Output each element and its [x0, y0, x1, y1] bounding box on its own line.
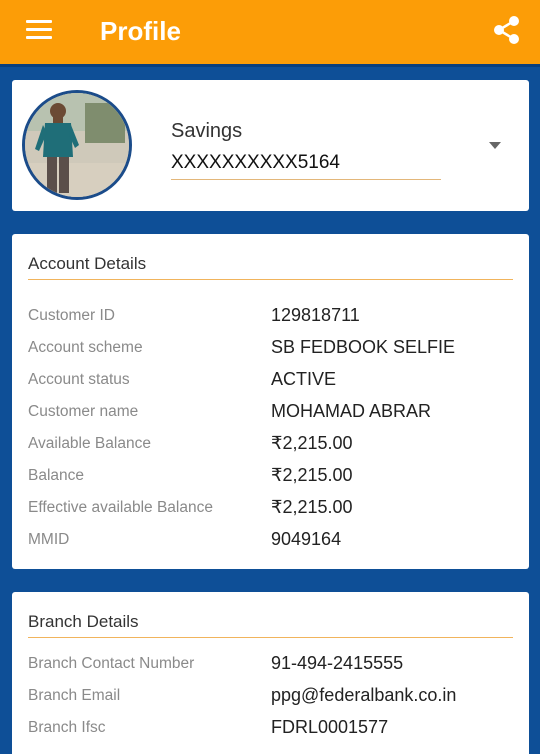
- page-title: Profile: [100, 16, 181, 46]
- detail-label: Balance: [28, 467, 85, 484]
- detail-value: 129818711: [271, 305, 360, 325]
- detail-row-branch-email: Branch Email ppg@federalbank.co.in: [28, 682, 513, 712]
- detail-row-account-scheme: Account scheme SB FEDBOOK SELFIE: [28, 334, 513, 364]
- app-bar: Profile: [0, 0, 540, 67]
- detail-row-customer-id: Customer ID 129818711: [28, 302, 513, 332]
- detail-value: MOHAMAD ABRAR: [271, 401, 432, 421]
- section-title: Branch Details: [28, 612, 139, 631]
- account-selector-card: Savings XXXXXXXXXX5164: [12, 80, 529, 211]
- detail-row-balance: Balance ₹2,215.00: [28, 462, 513, 492]
- detail-label: MMID: [28, 531, 70, 548]
- detail-value: ₹2,215.00: [271, 465, 353, 485]
- detail-label: Effective available Balance: [28, 499, 213, 516]
- detail-label: Customer name: [28, 403, 139, 420]
- detail-value: ACTIVE: [271, 369, 337, 389]
- detail-row-mmid: MMID 9049164: [28, 526, 513, 556]
- detail-row-customer-name: Customer name MOHAMAD ABRAR: [28, 398, 513, 428]
- hamburger-menu-icon[interactable]: [26, 20, 52, 40]
- detail-value: ₹2,215.00: [271, 497, 353, 517]
- detail-label: Available Balance: [28, 435, 151, 452]
- detail-label: Account status: [28, 371, 130, 388]
- detail-label: Branch Email: [28, 687, 121, 704]
- detail-value: FDRL0001577: [271, 717, 389, 737]
- detail-value: ₹2,215.00: [271, 433, 353, 453]
- detail-label: Branch Ifsc: [28, 719, 106, 736]
- detail-label: Account scheme: [28, 339, 143, 356]
- detail-label: Branch Contact Number: [28, 655, 195, 672]
- section-divider: [28, 279, 513, 280]
- detail-row-available-balance: Available Balance ₹2,215.00: [28, 430, 513, 460]
- detail-row-account-status: Account status ACTIVE: [28, 366, 513, 396]
- detail-value[interactable]: 91-494-2415555: [271, 653, 403, 674]
- share-icon[interactable]: [493, 15, 521, 45]
- branch-details-card: Branch Details Branch Contact Number 91-…: [12, 592, 529, 754]
- account-type: Savings: [171, 120, 243, 142]
- detail-row-effective-balance: Effective available Balance ₹2,215.00: [28, 494, 513, 524]
- account-number-select[interactable]: XXXXXXXXXX5164: [171, 152, 441, 180]
- section-title: Account Details: [28, 254, 147, 273]
- account-details-card: Account Details Customer ID 129818711 Ac…: [12, 234, 529, 569]
- detail-value[interactable]: ppg@federalbank.co.in: [271, 685, 456, 706]
- detail-row-branch-contact: Branch Contact Number 91-494-2415555: [28, 650, 513, 680]
- detail-value: 9049164: [271, 529, 342, 549]
- detail-row-branch-ifsc: Branch Ifsc FDRL0001577: [28, 714, 513, 744]
- avatar: [22, 90, 132, 200]
- detail-label: Customer ID: [28, 307, 115, 324]
- chevron-down-icon[interactable]: [489, 142, 501, 149]
- section-divider: [28, 637, 513, 638]
- detail-value: SB FEDBOOK SELFIE: [271, 337, 456, 357]
